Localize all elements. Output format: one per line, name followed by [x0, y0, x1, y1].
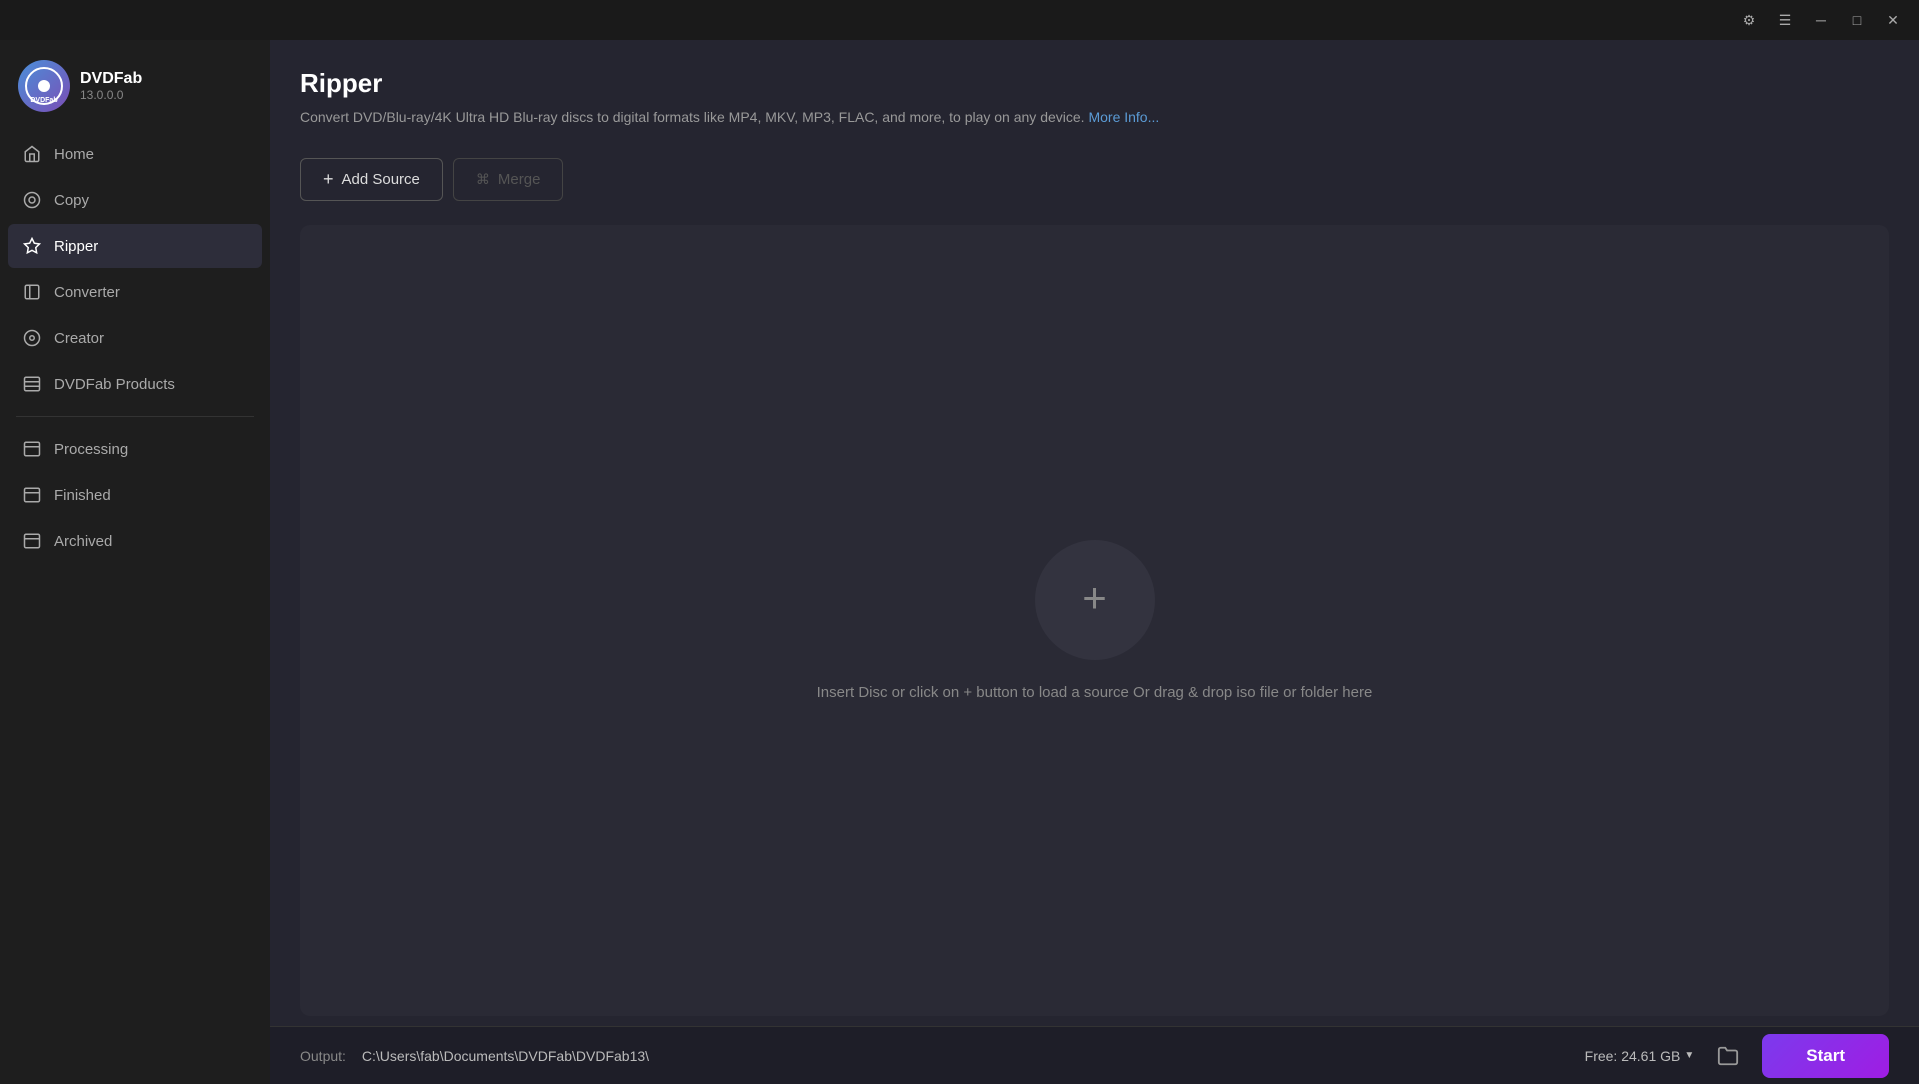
sidebar-item-archived[interactable]: Archived: [8, 519, 262, 563]
sidebar-divider: [16, 416, 254, 417]
page-description: Convert DVD/Blu-ray/4K Ultra HD Blu-ray …: [300, 107, 1889, 128]
drop-zone[interactable]: + Insert Disc or click on + button to lo…: [300, 225, 1889, 1016]
svg-text:DVDFab: DVDFab: [30, 97, 57, 104]
title-bar: ⚙ ☰ ─ □ ✕: [0, 0, 1919, 40]
page-title: Ripper: [300, 68, 1889, 99]
sidebar-item-creator-label: Creator: [54, 330, 104, 347]
processing-icon: [22, 439, 42, 459]
sidebar-item-archived-label: Archived: [54, 533, 112, 550]
merge-label: Merge: [498, 171, 541, 188]
sidebar-item-dvdfab-products-label: DVDFab Products: [54, 376, 175, 393]
folder-button[interactable]: [1710, 1038, 1746, 1074]
drop-hint: Insert Disc or click on + button to load…: [817, 684, 1373, 701]
sidebar-item-processing[interactable]: Processing: [8, 427, 262, 471]
dvdfab-products-icon: [22, 374, 42, 394]
home-icon: [22, 144, 42, 164]
minimize-button[interactable]: ─: [1807, 6, 1835, 34]
toolbar: + Add Source ⌘ Merge: [270, 144, 1919, 215]
free-space: Free: 24.61 GB ▼: [1585, 1048, 1695, 1064]
sidebar-item-processing-label: Processing: [54, 441, 128, 458]
maximize-button[interactable]: □: [1843, 6, 1871, 34]
start-button[interactable]: Start: [1762, 1034, 1889, 1078]
plus-icon: +: [1082, 577, 1107, 619]
sidebar-item-copy-label: Copy: [54, 192, 89, 209]
app-body: DVDFab DVDFab 13.0.0.0 Home: [0, 40, 1919, 1084]
close-button[interactable]: ✕: [1879, 6, 1907, 34]
content-header: Ripper Convert DVD/Blu-ray/4K Ultra HD B…: [270, 40, 1919, 144]
sidebar: DVDFab DVDFab 13.0.0.0 Home: [0, 40, 270, 1084]
sidebar-item-ripper[interactable]: Ripper: [8, 224, 262, 268]
sidebar-item-copy[interactable]: Copy: [8, 178, 262, 222]
sidebar-item-converter[interactable]: Converter: [8, 270, 262, 314]
logo-area: DVDFab DVDFab 13.0.0.0: [0, 50, 270, 132]
add-icon: +: [323, 169, 334, 190]
copy-icon: [22, 190, 42, 210]
output-path: C:\Users\fab\Documents\DVDFab\DVDFab13\: [362, 1048, 1569, 1064]
free-space-text: Free: 24.61 GB: [1585, 1048, 1681, 1064]
output-label: Output:: [300, 1048, 346, 1064]
merge-icon: ⌘: [476, 171, 490, 188]
logo-text: DVDFab 13.0.0.0: [80, 70, 142, 102]
chevron-down-icon: ▼: [1684, 1050, 1694, 1061]
ripper-icon: [22, 236, 42, 256]
add-source-label: Add Source: [342, 171, 420, 188]
sidebar-item-finished-label: Finished: [54, 487, 111, 504]
sidebar-item-home-label: Home: [54, 146, 94, 163]
sidebar-item-ripper-label: Ripper: [54, 238, 98, 255]
settings-button[interactable]: ⚙: [1735, 6, 1763, 34]
more-info-link[interactable]: More Info...: [1088, 109, 1159, 125]
footer: Output: C:\Users\fab\Documents\DVDFab\DV…: [270, 1026, 1919, 1084]
main-content: Ripper Convert DVD/Blu-ray/4K Ultra HD B…: [270, 40, 1919, 1084]
logo-icon: DVDFab: [18, 60, 70, 112]
sidebar-item-creator[interactable]: Creator: [8, 316, 262, 360]
sidebar-item-converter-label: Converter: [54, 284, 120, 301]
sidebar-item-home[interactable]: Home: [8, 132, 262, 176]
app-name: DVDFab: [80, 70, 142, 88]
add-source-button[interactable]: + Add Source: [300, 158, 443, 201]
sidebar-queue-nav: Processing Finished Ar: [0, 427, 270, 563]
sidebar-item-finished[interactable]: Finished: [8, 473, 262, 517]
finished-icon: [22, 485, 42, 505]
menu-button[interactable]: ☰: [1771, 6, 1799, 34]
sidebar-item-dvdfab-products[interactable]: DVDFab Products: [8, 362, 262, 406]
add-source-circle[interactable]: +: [1035, 540, 1155, 660]
converter-icon: [22, 282, 42, 302]
sidebar-nav: Home Copy Ripper: [0, 132, 270, 406]
archived-icon: [22, 531, 42, 551]
creator-icon: [22, 328, 42, 348]
app-version: 13.0.0.0: [80, 88, 142, 102]
merge-button[interactable]: ⌘ Merge: [453, 158, 564, 201]
page-description-text: Convert DVD/Blu-ray/4K Ultra HD Blu-ray …: [300, 109, 1085, 125]
